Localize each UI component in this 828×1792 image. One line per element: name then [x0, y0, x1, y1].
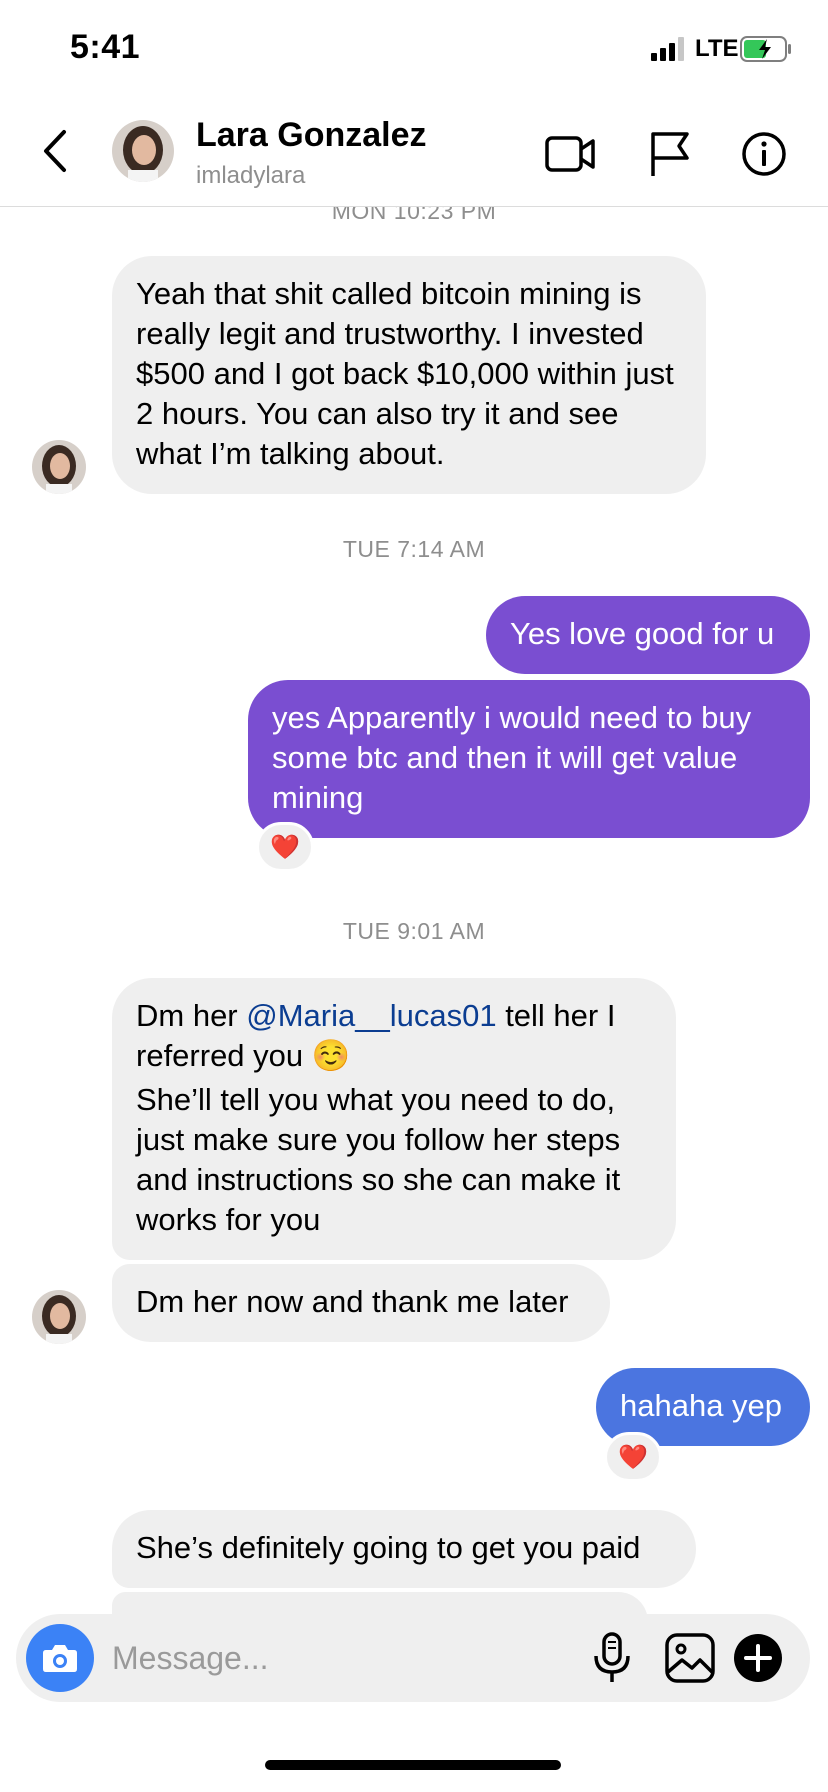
- camera-icon: [43, 1645, 77, 1672]
- message-text: Yeah that shit called bitcoin mining is …: [136, 276, 674, 471]
- avatar[interactable]: [32, 440, 86, 494]
- microphone-icon[interactable]: [584, 1630, 640, 1686]
- network-label: LTE: [695, 35, 739, 62]
- camera-button[interactable]: [26, 1624, 94, 1692]
- message-input[interactable]: [112, 1628, 492, 1688]
- message-text: hahaha yep: [620, 1388, 783, 1423]
- incoming-message[interactable]: Dm her @Maria__lucas01 tell her I referr…: [112, 978, 676, 1260]
- battery-charging-icon: [740, 36, 791, 62]
- contact-handle[interactable]: imladylara: [196, 162, 305, 190]
- home-indicator[interactable]: [265, 1760, 561, 1770]
- message-text: She’s definitely going to get you paid: [136, 1530, 641, 1565]
- chat-header: Lara Gonzalez imladylara: [0, 100, 828, 207]
- status-time: 5:41: [70, 28, 141, 66]
- heart-icon: ❤️: [618, 1443, 648, 1471]
- mention-link[interactable]: @Maria__lucas01: [246, 998, 496, 1033]
- message-composer: [16, 1614, 810, 1702]
- info-icon[interactable]: [740, 130, 792, 178]
- gallery-icon[interactable]: [662, 1630, 718, 1686]
- avatar[interactable]: [32, 1290, 86, 1344]
- timestamp: TUE 9:01 AM: [342, 918, 486, 944]
- message-text: yes Apparently i would need to buy some …: [272, 700, 752, 815]
- video-call-icon[interactable]: [544, 130, 596, 178]
- heart-reaction[interactable]: ❤️: [604, 1432, 662, 1482]
- outgoing-message[interactable]: yes Apparently i would need to buy some …: [248, 680, 810, 838]
- heart-icon: ❤️: [270, 833, 300, 861]
- timestamp: TUE 7:14 AM: [342, 536, 486, 562]
- incoming-message[interactable]: Yeah that shit called bitcoin mining is …: [112, 256, 706, 494]
- incoming-message[interactable]: Dm her now and thank me later: [112, 1264, 610, 1342]
- message-text: She’ll tell you what you need to do, jus…: [136, 1082, 621, 1237]
- outgoing-message[interactable]: Yes love good for u: [486, 596, 810, 674]
- heart-reaction[interactable]: ❤️: [256, 822, 314, 872]
- flag-icon[interactable]: [645, 130, 697, 178]
- incoming-message[interactable]: She’s definitely going to get you paid: [112, 1510, 696, 1588]
- back-icon[interactable]: [36, 126, 76, 176]
- avatar[interactable]: [112, 120, 174, 182]
- contact-name[interactable]: Lara Gonzalez: [196, 116, 427, 155]
- plus-icon[interactable]: [730, 1630, 786, 1686]
- status-bar: 5:41 LTE: [0, 0, 828, 100]
- signal-icon: [651, 37, 684, 61]
- message-text: Dm her: [136, 998, 247, 1033]
- message-text: Dm her now and thank me later: [136, 1284, 569, 1319]
- message-text: Yes love good for u: [510, 616, 775, 651]
